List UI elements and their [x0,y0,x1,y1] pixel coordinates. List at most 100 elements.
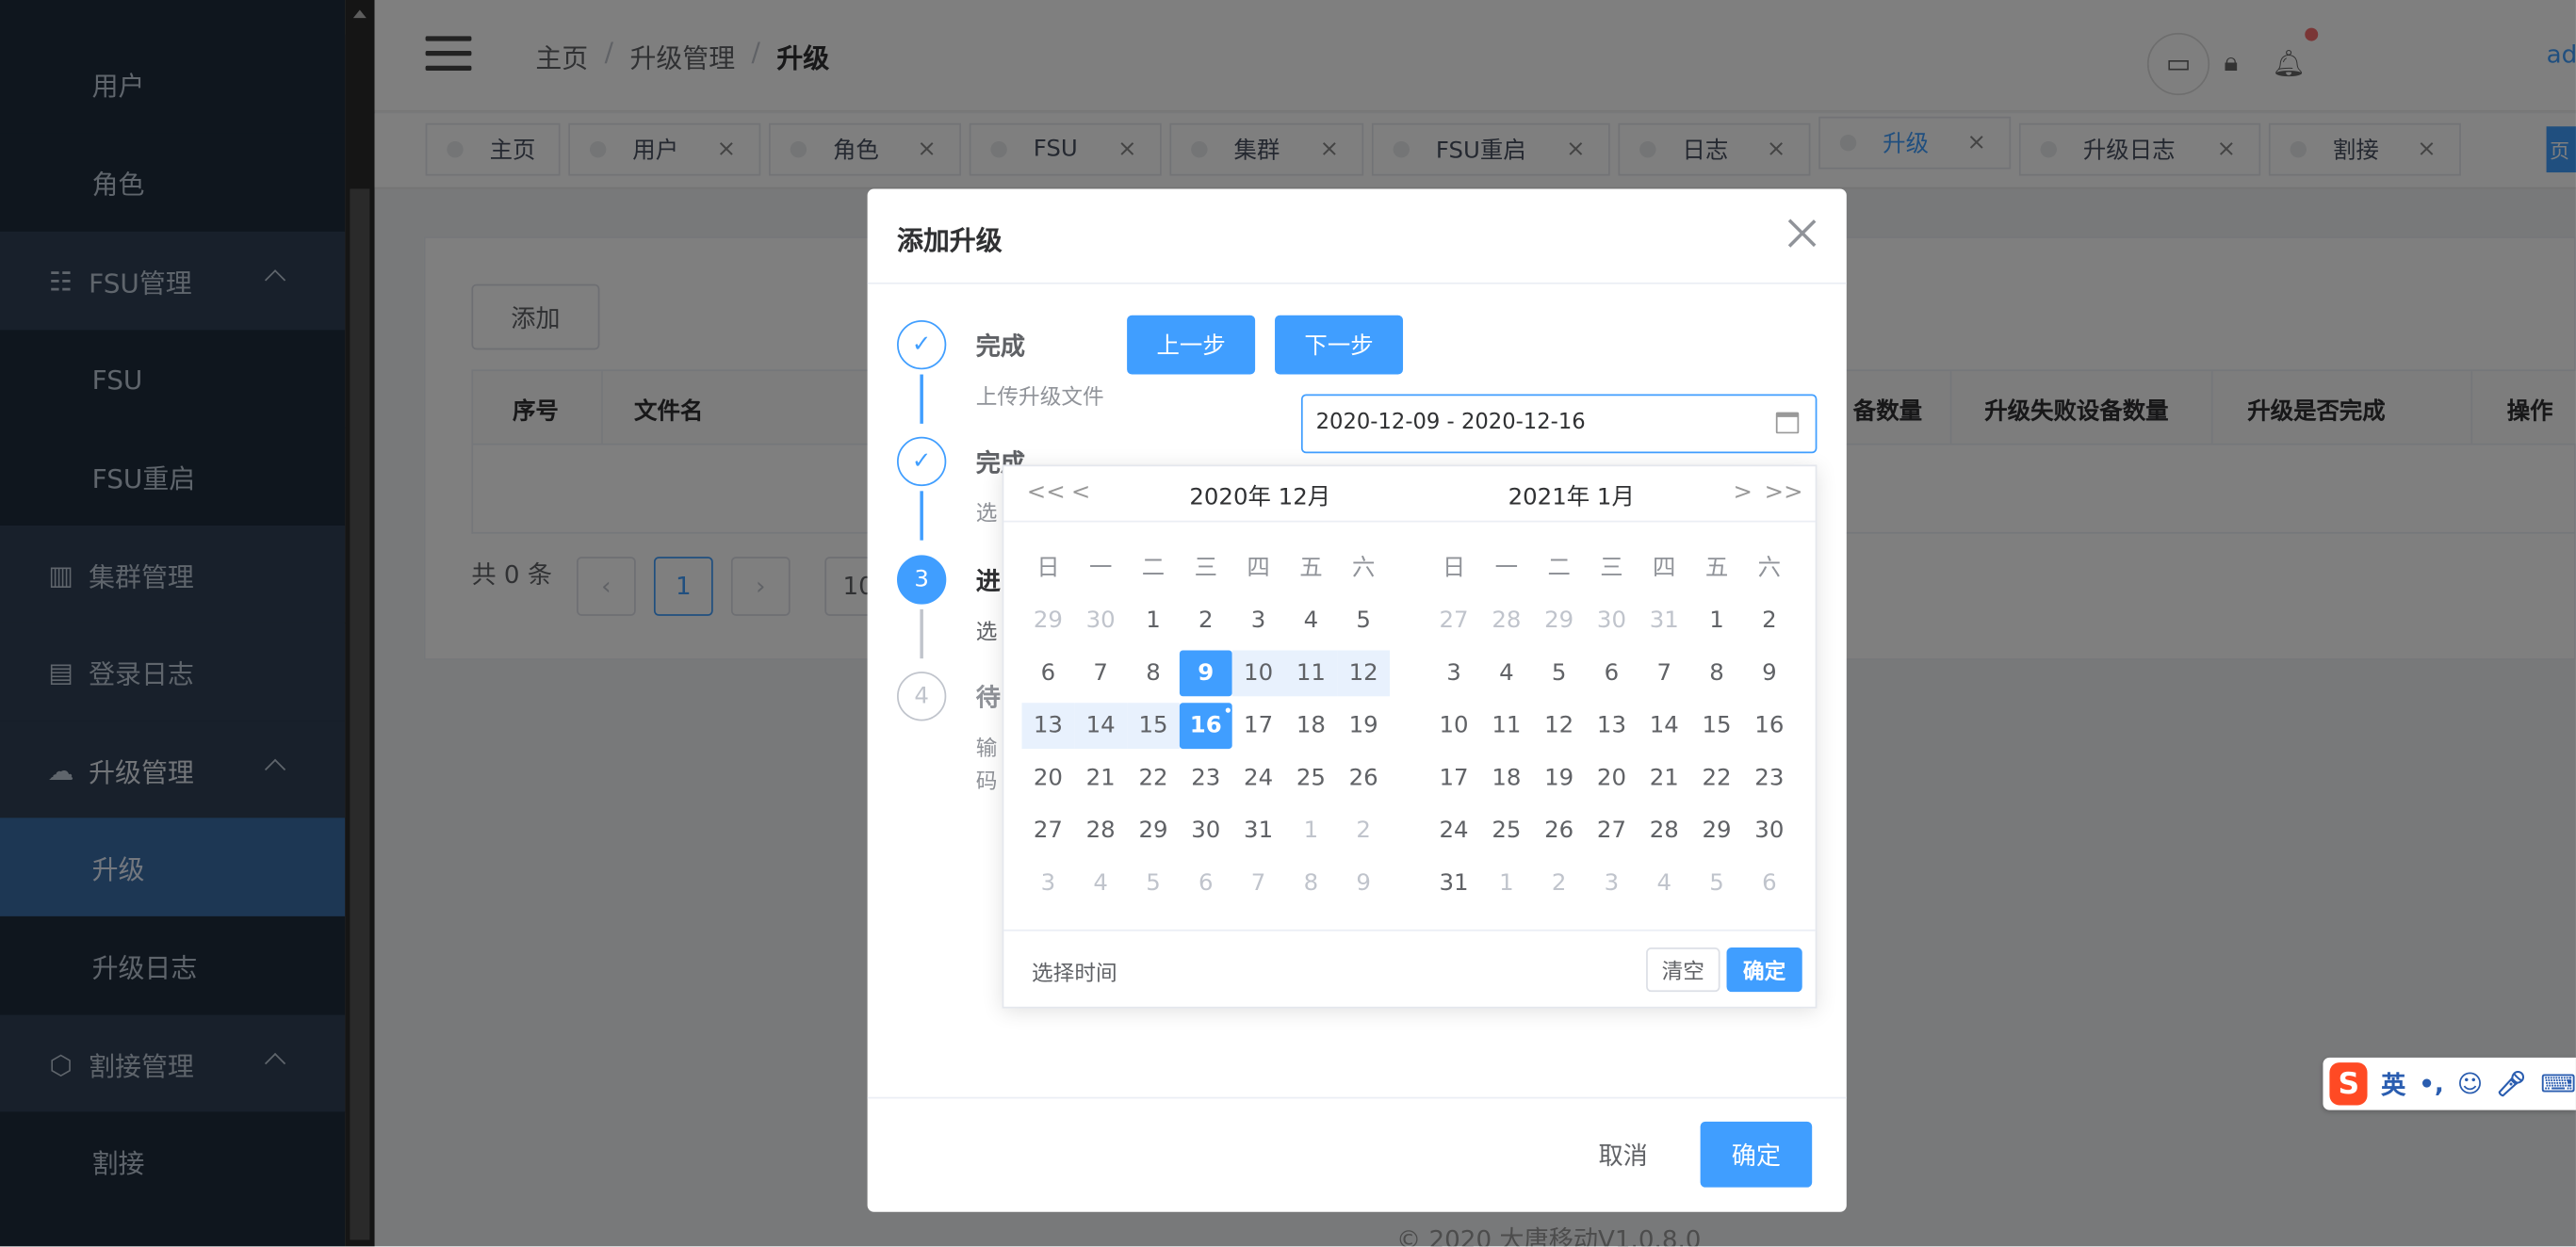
day-cell[interactable]: 4 [1638,861,1690,907]
date-range-input[interactable]: 2020-12-09 - 2020-12-16 [1300,394,1818,454]
day-cell[interactable]: 27 [1586,808,1639,854]
next-step-button[interactable]: 下一步 [1275,315,1404,375]
day-cell[interactable]: 13 [1586,703,1639,749]
mic-icon[interactable]: 🎤︎ [2496,1069,2527,1098]
day-cell[interactable]: 28 [1480,598,1533,644]
day-cell[interactable]: 10 [1427,703,1480,749]
day-cell[interactable]: 18 [1284,703,1337,749]
day-cell[interactable]: 17 [1232,703,1285,749]
day-cell[interactable]: 1 [1127,598,1180,644]
day-cell[interactable]: 16 [1743,703,1796,749]
cancel-button[interactable]: 取消 [1580,1122,1666,1188]
day-cell[interactable]: 30 [1586,598,1639,644]
day-cell[interactable]: 9 [1179,650,1232,697]
day-cell[interactable]: 10 [1231,650,1285,697]
day-cell[interactable]: 19 [1337,703,1390,749]
day-cell[interactable]: 14 [1638,703,1690,749]
day-cell[interactable]: 8 [1284,861,1337,907]
day-cell[interactable]: 3 [1022,861,1075,907]
day-cell[interactable]: 20 [1022,755,1075,802]
day-cell[interactable]: 25 [1284,755,1337,802]
confirm-button[interactable]: 确定 [1700,1121,1813,1188]
day-cell[interactable]: 4 [1074,861,1127,907]
day-cell[interactable]: 4 [1480,650,1533,696]
day-cell[interactable]: 7 [1232,861,1285,907]
picker-confirm-button[interactable]: 确定 [1726,947,1802,993]
day-cell[interactable]: 4 [1284,598,1337,644]
day-cell[interactable]: 3 [1232,598,1285,644]
day-cell[interactable]: 30 [1074,598,1127,644]
day-cell[interactable]: 1 [1284,808,1337,854]
day-cell[interactable]: 31 [1638,598,1690,644]
day-cell[interactable]: 2 [1533,861,1586,907]
day-cell[interactable]: 27 [1427,598,1480,644]
day-cell[interactable]: 8 [1690,650,1743,696]
day-cell[interactable]: 15 [1127,703,1180,750]
day-cell[interactable]: 8 [1127,650,1180,696]
day-cell[interactable]: 20 [1586,755,1639,802]
day-cell[interactable]: 22 [1690,755,1743,802]
day-cell[interactable]: 29 [1022,598,1075,644]
day-cell[interactable]: 7 [1638,650,1690,696]
next-month-icon[interactable]: > [1733,479,1752,506]
day-cell[interactable]: 29 [1690,808,1743,854]
day-cell[interactable]: 15 [1690,703,1743,749]
day-cell[interactable]: 27 [1022,808,1075,854]
day-cell[interactable]: 21 [1074,755,1127,802]
day-cell[interactable]: 19 [1533,755,1586,802]
emoji-icon[interactable]: ☺ [2457,1069,2483,1098]
day-cell[interactable]: 25 [1480,808,1533,854]
day-cell[interactable]: 6 [1180,861,1232,907]
ime-lang-toggle[interactable]: 英 [2381,1066,2405,1101]
day-cell[interactable]: 9 [1743,650,1796,696]
day-cell[interactable]: 14 [1074,703,1128,750]
day-cell[interactable]: 3 [1427,650,1480,696]
next-year-icon[interactable]: >> [1765,479,1803,506]
day-cell[interactable]: 12 [1337,650,1391,697]
day-cell[interactable]: 6 [1743,861,1796,907]
day-cell[interactable]: 2 [1743,598,1796,644]
keyboard-icon[interactable]: ⌨ [2540,1069,2576,1098]
day-cell[interactable]: 30 [1180,808,1232,854]
day-cell[interactable]: 11 [1284,650,1338,697]
day-cell[interactable]: 3 [1586,861,1639,907]
day-cell[interactable]: 1 [1690,598,1743,644]
day-cell[interactable]: 7 [1074,650,1127,696]
day-cell[interactable]: 23 [1743,755,1796,802]
day-cell[interactable]: 28 [1074,808,1127,854]
day-cell[interactable]: 5 [1337,598,1390,644]
day-cell[interactable]: 2 [1337,808,1390,854]
day-cell[interactable]: 13 [1021,703,1075,750]
day-cell[interactable]: 26 [1337,755,1390,802]
day-cell[interactable]: 31 [1232,808,1285,854]
day-cell[interactable]: 31 [1427,861,1480,907]
day-cell[interactable]: 2 [1180,598,1232,644]
ime-punct-toggle[interactable]: •, [2419,1069,2444,1098]
day-cell[interactable]: 29 [1533,598,1586,644]
sogou-logo-icon[interactable]: S [2329,1062,2369,1106]
close-icon[interactable] [1787,219,1817,248]
day-cell[interactable]: 24 [1427,808,1480,854]
prev-month-icon[interactable]: < [1071,479,1090,506]
day-cell[interactable]: 28 [1638,808,1690,854]
day-cell[interactable]: 21 [1638,755,1690,802]
day-cell[interactable]: 9 [1337,861,1390,907]
day-cell[interactable]: 6 [1022,650,1075,696]
day-cell[interactable]: 5 [1690,861,1743,907]
day-cell[interactable]: 30 [1743,808,1796,854]
day-cell[interactable]: 5 [1127,861,1180,907]
day-cell[interactable]: 11 [1480,703,1533,749]
calendar-icon[interactable] [1775,412,1800,434]
day-cell[interactable]: 6 [1586,650,1639,696]
day-cell[interactable]: 18 [1480,755,1533,802]
day-cell[interactable]: 23 [1180,755,1232,802]
day-cell[interactable]: 22 [1127,755,1180,802]
day-cell[interactable]: 17 [1427,755,1480,802]
prev-year-icon[interactable]: << [1027,479,1066,506]
clear-button[interactable]: 清空 [1646,947,1720,993]
day-cell[interactable]: 29 [1127,808,1180,854]
day-cell[interactable]: 24 [1232,755,1285,802]
day-cell[interactable]: 12 [1533,703,1586,749]
day-cell[interactable]: 26 [1533,808,1586,854]
day-cell[interactable]: 5 [1533,650,1586,696]
